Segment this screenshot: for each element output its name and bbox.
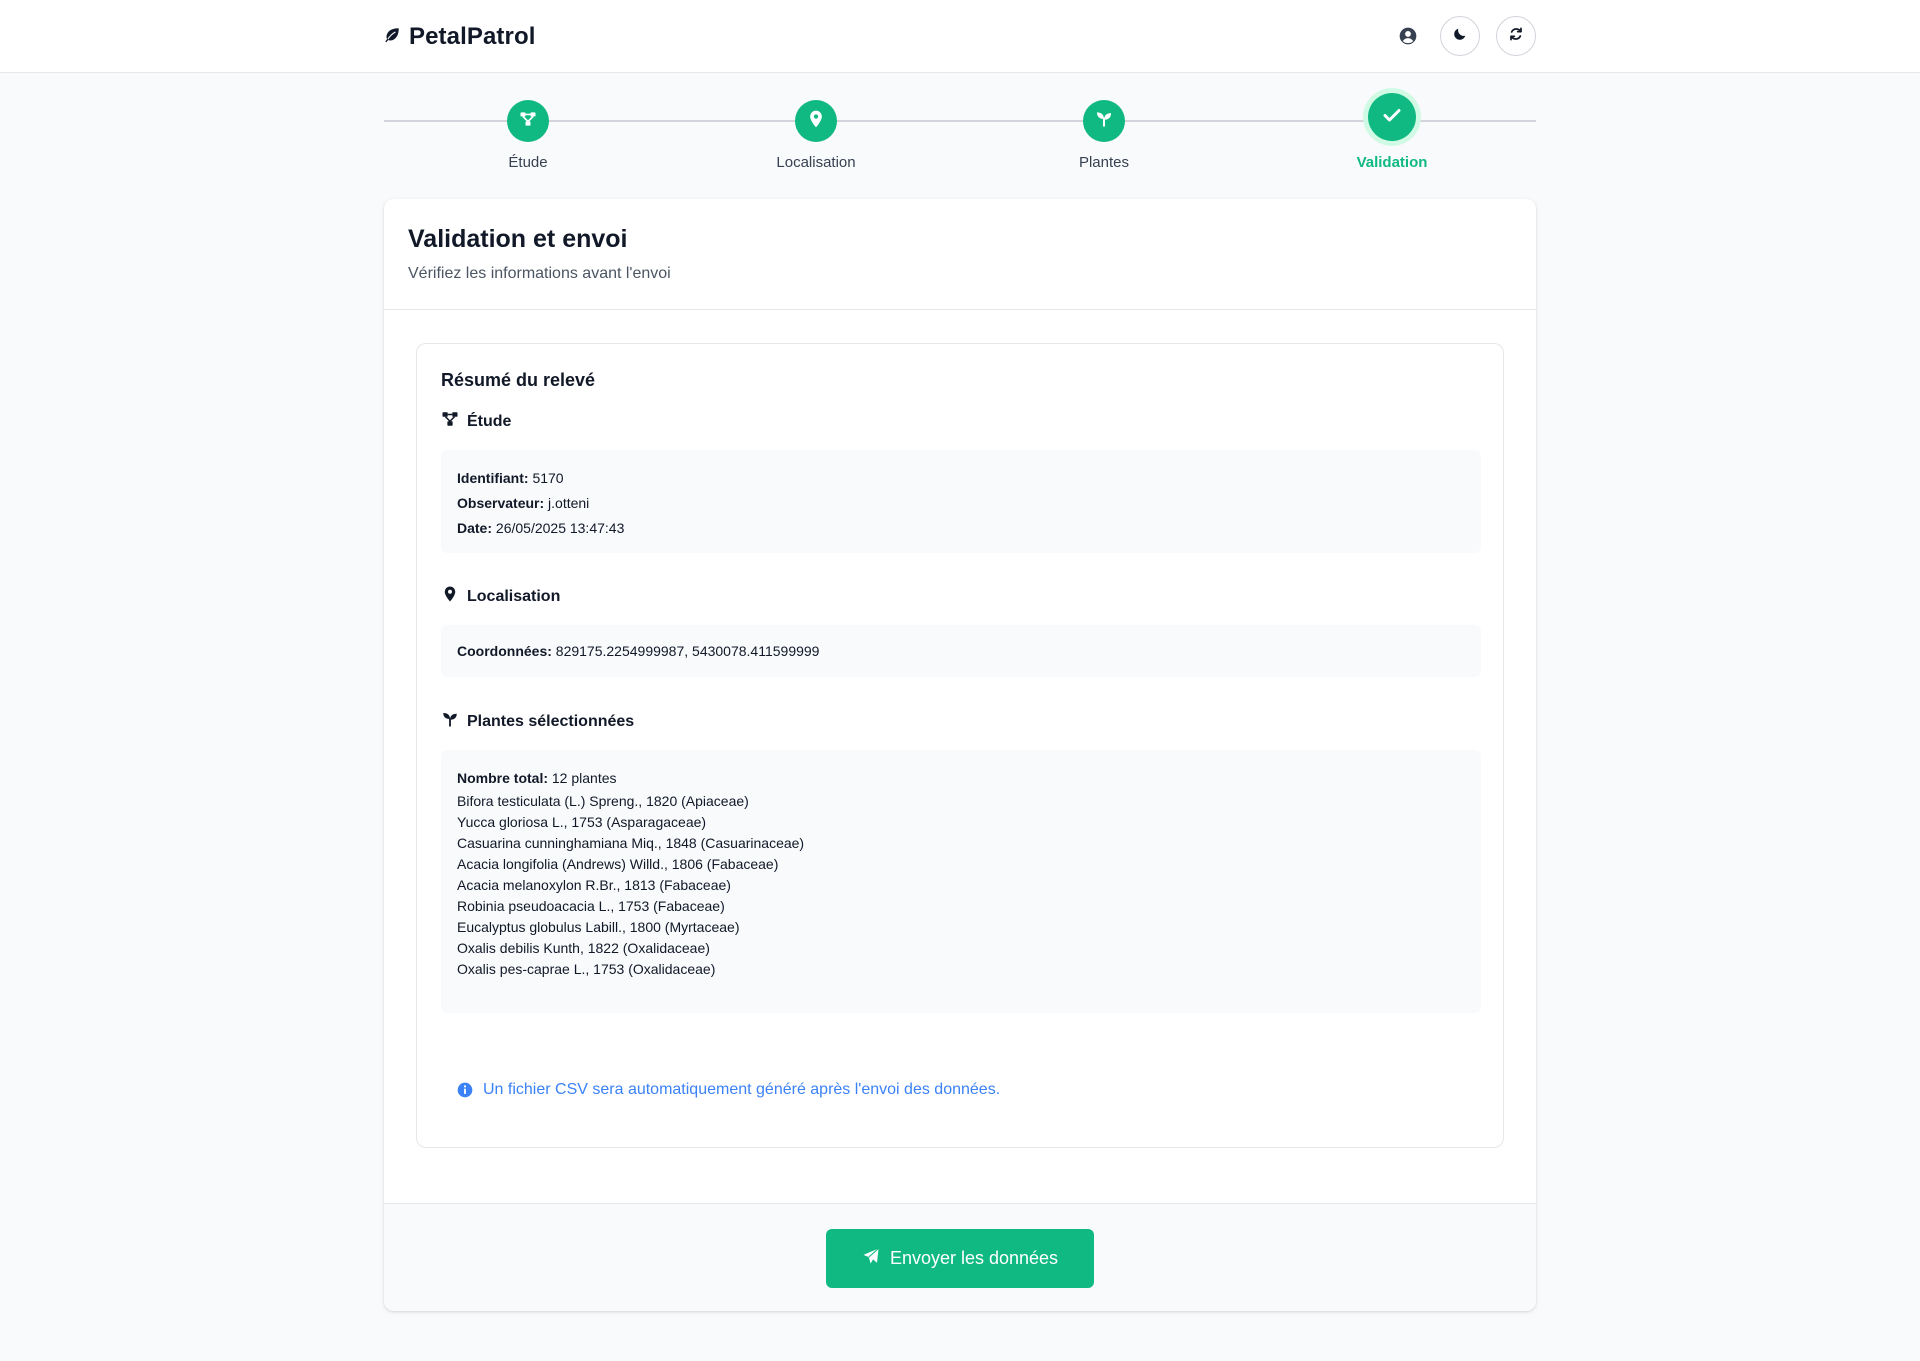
field-label: Coordonnées:: [457, 643, 552, 659]
field-label: Observateur:: [457, 495, 545, 511]
study-id-row: Identifiant: 5170: [457, 466, 1465, 491]
progress-stepper: Étude Localisation Plantes Validation: [384, 90, 1536, 180]
coordinates-value: 829175.2254999987, 5430078.411599999: [555, 643, 820, 659]
step-circle: [1083, 100, 1125, 142]
step-circle: [507, 100, 549, 142]
coordinates-row: Coordonnées: 829175.2254999987, 5430078.…: [457, 641, 1465, 661]
plant-list-item: Bifora testiculata (L.) Spreng., 1820 (A…: [457, 793, 749, 809]
refresh-button[interactable]: [1496, 16, 1536, 56]
plant-list-item: Pittosporum tobira (Thunb.) W.T.Aiton, 1…: [457, 980, 1465, 985]
page-title: Validation et envoi: [408, 225, 628, 253]
refresh-icon: [1508, 26, 1524, 47]
section-plantes-heading: Plantes sélectionnées: [441, 710, 634, 733]
plant-list[interactable]: Bifora testiculata (L.) Spreng., 1820 (A…: [457, 791, 1465, 985]
plant-list-item: Robinia pseudoacacia L., 1753 (Fabaceae): [457, 898, 725, 914]
step-label: Plantes: [1078, 154, 1130, 171]
field-label: Identifiant:: [457, 470, 529, 486]
paper-plane-icon: [862, 1247, 880, 1270]
section-title: Plantes sélectionnées: [467, 712, 635, 730]
leaf-icon: [383, 26, 401, 49]
study-nodes-icon: [518, 109, 538, 134]
step-label: Localisation: [776, 154, 856, 171]
study-info-box: Identifiant: 5170 Observateur: j.otteni …: [441, 450, 1481, 553]
section-etude-heading: Étude: [441, 410, 511, 433]
observer-row: Observateur: j.otteni: [457, 491, 1465, 516]
notice-text: Un fichier CSV sera automatiquement géné…: [483, 1081, 1001, 1098]
check-icon: [1380, 103, 1404, 132]
step-label: Étude: [508, 154, 548, 171]
validation-card: Validation et envoi Vérifiez les informa…: [384, 199, 1536, 1311]
section-localisation-heading: Localisation: [441, 585, 560, 608]
location-info-box: Coordonnées: 829175.2254999987, 5430078.…: [441, 625, 1481, 677]
brand-name: PetalPatrol: [409, 23, 536, 50]
send-data-button[interactable]: Envoyer les données: [826, 1229, 1094, 1288]
survey-summary: Résumé du relevé Étude Identifiant: 5170…: [416, 343, 1504, 1148]
seedling-icon: [1094, 109, 1114, 134]
date-row: Date: 26/05/2025 13:47:43: [457, 516, 1465, 541]
map-pin-icon: [441, 585, 459, 608]
plant-list-item: Acacia longifolia (Andrews) Willd., 1806…: [457, 856, 779, 872]
card-header: Validation et envoi Vérifiez les informa…: [384, 199, 1536, 310]
field-label: Date:: [457, 520, 493, 536]
plant-list-item: Acacia melanoxylon R.Br., 1813 (Fabaceae…: [457, 877, 731, 893]
info-icon: [457, 1081, 473, 1103]
brand[interactable]: PetalPatrol: [383, 20, 535, 54]
step-circle-active: [1368, 93, 1416, 141]
step-circle: [795, 100, 837, 142]
seedling-icon: [441, 710, 459, 733]
study-nodes-icon: [441, 410, 459, 433]
plant-total-row: Nombre total: 12 plantes: [457, 768, 1465, 788]
csv-info-notice: Un fichier CSV sera automatiquement géné…: [457, 1081, 1000, 1103]
page-subtitle: Vérifiez les informations avant l'envoi: [408, 265, 671, 282]
plant-total-value: 12 plantes: [551, 770, 617, 786]
plant-list-item: Eucalyptus globulus Labill., 1800 (Myrta…: [457, 919, 740, 935]
observer-value: j.otteni: [548, 495, 590, 511]
top-navbar: PetalPatrol: [0, 0, 1920, 73]
plant-list-item: Oxalis pes-caprae L., 1753 (Oxalidaceae): [457, 961, 716, 977]
moon-icon: [1452, 26, 1468, 47]
step-label-active: Validation: [1356, 154, 1428, 171]
dark-mode-toggle-button[interactable]: [1440, 16, 1480, 56]
study-id-value: 5170: [532, 470, 564, 486]
card-footer: Envoyer les données: [384, 1203, 1536, 1311]
section-title: Localisation: [467, 587, 561, 605]
send-button-label: Envoyer les données: [889, 1248, 1059, 1268]
date-value: 26/05/2025 13:47:43: [495, 520, 625, 536]
map-pin-icon: [806, 109, 826, 134]
plants-info-box: Nombre total: 12 plantes Bifora testicul…: [441, 750, 1481, 1013]
summary-title: Résumé du relevé: [441, 370, 596, 390]
stepper-track: [384, 120, 1536, 122]
user-circle-icon[interactable]: [1398, 26, 1418, 46]
plant-list-item: Oxalis debilis Kunth, 1822 (Oxalidaceae): [457, 940, 710, 956]
section-title: Étude: [467, 412, 512, 430]
plant-list-item: Casuarina cunninghamiana Miq., 1848 (Cas…: [457, 835, 805, 851]
field-label: Nombre total:: [457, 770, 548, 786]
plant-list-item: Yucca gloriosa L., 1753 (Asparagaceae): [457, 814, 707, 830]
